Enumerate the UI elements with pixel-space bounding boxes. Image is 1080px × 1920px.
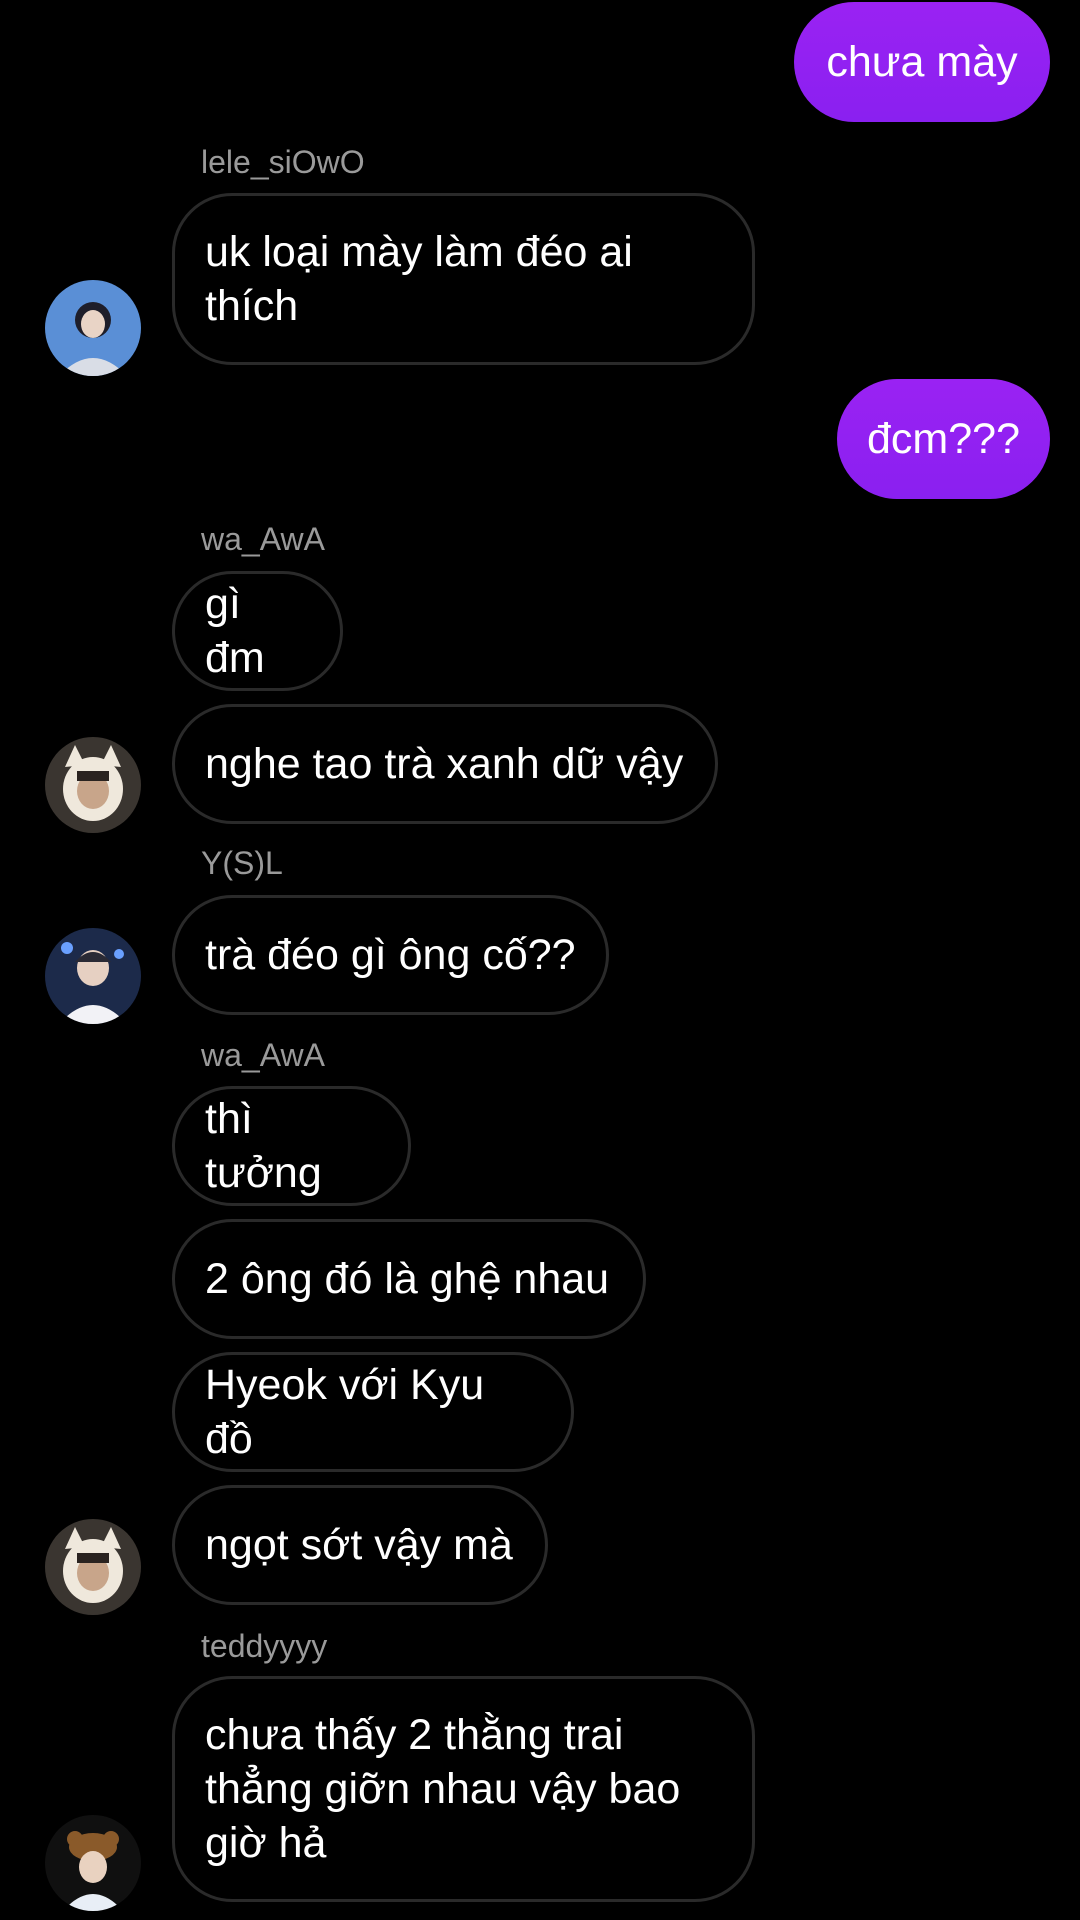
message-text: đcm??? (867, 415, 1020, 463)
message-text: Hyeok với Kyu đồ (205, 1361, 485, 1463)
outgoing-message[interactable]: chưa mày (794, 2, 1050, 122)
profile-photo-icon (45, 737, 141, 833)
message-text: nghe tao trà xanh dữ vậy (205, 740, 684, 788)
message-text: 2 ông đó là ghệ nhau (205, 1255, 610, 1303)
profile-photo-icon (45, 1815, 141, 1911)
outgoing-message[interactable]: đcm??? (837, 379, 1050, 499)
incoming-message[interactable]: trà đéo gì ông cố?? (172, 895, 609, 1015)
avatar[interactable] (45, 1815, 141, 1911)
message-text: trà đéo gì ông cố?? (205, 931, 576, 979)
chat-thread: chưa mày lele_siOwO uk loại mày làm đéo … (0, 0, 1080, 1920)
profile-photo-icon (45, 280, 141, 376)
sender-name: wa_AwA (201, 1037, 325, 1073)
message-text: chưa mày (826, 38, 1018, 86)
message-text: uk loại mày làm đéo ai thích (205, 228, 633, 330)
sender-name: teddyyyy (201, 1628, 328, 1664)
message-text: ngọt sớt vậy mà (205, 1521, 513, 1569)
avatar[interactable] (45, 280, 141, 376)
avatar[interactable] (45, 928, 141, 1024)
avatar[interactable] (45, 737, 141, 833)
avatar[interactable] (45, 1519, 141, 1615)
profile-photo-icon (45, 1519, 141, 1615)
sender-name: wa_AwA (201, 521, 325, 557)
incoming-message[interactable]: thì tưởng (172, 1086, 411, 1206)
incoming-message[interactable]: uk loại mày làm đéo ai thích (172, 193, 755, 365)
incoming-message[interactable]: 2 ông đó là ghệ nhau (172, 1219, 646, 1339)
sender-name: Y(S)L (201, 845, 283, 881)
message-text: gì đm (205, 580, 265, 682)
message-text: chưa thấy 2 thằng trai thẳng giỡn nhau v… (205, 1711, 681, 1867)
incoming-message[interactable]: ngọt sớt vậy mà (172, 1485, 548, 1605)
message-text: thì tưởng (205, 1095, 322, 1197)
incoming-message[interactable]: Hyeok với Kyu đồ (172, 1352, 574, 1472)
incoming-message[interactable]: chưa thấy 2 thằng trai thẳng giỡn nhau v… (172, 1676, 755, 1902)
profile-photo-icon (45, 928, 141, 1024)
sender-name: lele_siOwO (201, 144, 365, 180)
incoming-message[interactable]: gì đm (172, 571, 343, 691)
incoming-message[interactable]: nghe tao trà xanh dữ vậy (172, 704, 718, 824)
